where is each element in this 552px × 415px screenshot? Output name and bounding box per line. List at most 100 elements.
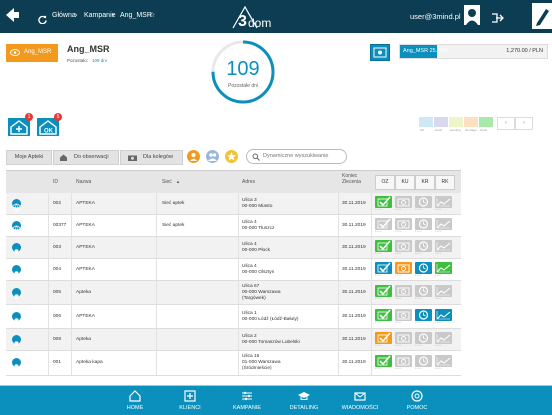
column-divider	[338, 305, 339, 328]
status-cycle-tile[interactable]	[415, 331, 432, 344]
logout-button[interactable]	[492, 10, 504, 23]
status-chart-tile[interactable]	[435, 331, 452, 344]
legend-chip	[434, 117, 448, 127]
col-kr[interactable]: KR	[415, 175, 435, 190]
legend-next-button[interactable]: ›	[515, 117, 533, 130]
status-cycle-tile[interactable]	[415, 355, 432, 367]
filter-orange-button[interactable]	[187, 150, 200, 163]
status-check-tile[interactable]	[375, 308, 392, 321]
tab-watched[interactable]: Do obserwacji	[53, 150, 119, 165]
column-divider	[71, 305, 72, 328]
col-network[interactable]: Sieć	[162, 179, 172, 185]
clients-icon	[184, 390, 196, 402]
table-row[interactable]: 001 Apteka kapa Ulica 16 01-000 Warszawa (Śr…	[6, 351, 461, 376]
status-cycle-tile[interactable]	[415, 195, 432, 208]
star-icon[interactable]: ☆	[149, 11, 155, 19]
col-id[interactable]: ID	[53, 179, 58, 185]
edit-button[interactable]	[532, 3, 552, 29]
table-row[interactable]: 00377 APTEKA Sieć aptek Ulica 4 00-000 Tłusz…	[6, 215, 461, 237]
back-button[interactable]	[4, 7, 20, 23]
status-camera-tile[interactable]	[395, 308, 412, 321]
col-name[interactable]: Nazwa	[76, 179, 91, 185]
sort-icon[interactable]: ▲	[176, 179, 180, 184]
status-chart-tile[interactable]	[435, 261, 452, 274]
table-row[interactable]: 005 Apteka Ulica 67 00-000 Warszawa (Targówe…	[6, 281, 461, 305]
tab-colleagues[interactable]: Dla kolegów	[120, 150, 183, 165]
status-check-tile[interactable]	[375, 261, 392, 274]
chart-icon	[436, 357, 451, 366]
column-divider	[71, 259, 72, 280]
status-chart-tile[interactable]	[435, 195, 452, 208]
status-cycle-tile[interactable]	[415, 261, 432, 274]
col-oz[interactable]: OZ	[375, 175, 395, 190]
camera-icon	[397, 287, 410, 295]
status-check-tile[interactable]	[375, 239, 392, 252]
logout-icon	[492, 13, 504, 23]
status-camera-tile[interactable]	[395, 284, 412, 297]
refresh-icon[interactable]	[38, 11, 47, 25]
filter-yellow-button[interactable]	[225, 150, 238, 163]
row-end-date: 30.11.2019	[342, 222, 366, 228]
campaign-image-button[interactable]	[370, 44, 390, 61]
column-divider	[48, 193, 49, 214]
table-row[interactable]: 008 Apteka Ulica 2 00-000 Tomaszów Lubelski…	[6, 329, 461, 351]
status-check-tile[interactable]	[375, 355, 392, 367]
table-row[interactable]: 002 APTEKA Sieć aptek Ulica 3 00-000 Miasto 3…	[6, 193, 461, 215]
tab-my-pharmacies[interactable]: Moje Apteki	[6, 150, 52, 165]
filter-blue-button[interactable]	[206, 150, 219, 163]
status-cycle-tile[interactable]	[415, 284, 432, 297]
column-divider	[371, 193, 372, 214]
status-check-tile[interactable]	[375, 331, 392, 344]
breadcrumb-campaigns[interactable]: Kampanie	[84, 12, 116, 19]
column-divider	[371, 237, 372, 258]
status-chart-tile[interactable]	[435, 308, 452, 321]
search-input[interactable]: Dynamiczne wyszukiwanie	[246, 149, 347, 164]
logo-number: 3	[238, 13, 247, 30]
col-ku[interactable]: KU	[395, 175, 415, 190]
status-camera-tile[interactable]	[395, 239, 412, 252]
status-chart-tile[interactable]	[435, 217, 452, 230]
status-camera-tile[interactable]	[395, 217, 412, 230]
legend-label: stock	[480, 128, 488, 132]
status-cycle-tile[interactable]	[415, 217, 432, 230]
status-check-tile[interactable]	[375, 217, 392, 230]
status-subindicators: ▪ ▪ ▪ ▪	[435, 367, 442, 370]
status-camera-tile[interactable]	[395, 261, 412, 274]
status-subindicators: ▪ ▪ ▪ ▪	[375, 251, 382, 255]
row-id: 006	[53, 313, 62, 319]
status-camera-tile[interactable]	[395, 355, 412, 367]
column-divider	[48, 329, 49, 350]
status-check-tile[interactable]	[375, 284, 392, 297]
table-row[interactable]: 003 APTEKA Ulica 4 00-000 Płock 30.11.2019 ▪ …	[6, 237, 461, 259]
col-end-date[interactable]: Koniec Zlecenia	[342, 173, 368, 185]
campaign-badge[interactable]: Ang_MSR	[6, 44, 58, 62]
breadcrumb-separator: ›	[112, 12, 115, 19]
column-divider	[71, 281, 72, 304]
cycle-icon	[418, 262, 429, 273]
status-check-tile[interactable]	[375, 195, 392, 208]
ok-items-badge[interactable]: OK 5	[36, 113, 62, 137]
col-address[interactable]: Adres	[242, 179, 255, 185]
table-row[interactable]: 004 APTEKA Ulica 4 00-000 Olsztyn 30.11.2019…	[6, 259, 461, 281]
status-cycle-tile[interactable]	[415, 239, 432, 252]
table-row[interactable]: 006 APTEKA Ulica 1 00-000 Łódź (Łódź-Bałuty…	[6, 305, 461, 329]
sliders-icon	[242, 391, 252, 401]
breadcrumb-home[interactable]: Główna	[52, 12, 76, 19]
chart-icon	[436, 219, 451, 228]
avatar[interactable]	[464, 5, 480, 25]
legend-prev-button[interactable]: ‹	[497, 117, 515, 130]
house-icon	[59, 154, 68, 161]
row-address-line: 00-000 Tomaszów Lubelski	[242, 339, 300, 345]
column-divider	[338, 259, 339, 280]
status-chart-tile[interactable]	[435, 239, 452, 252]
row-name: Apteka	[76, 289, 91, 295]
status-chart-tile[interactable]	[435, 355, 452, 367]
row-name: APTEKA	[76, 244, 95, 250]
legend-label: shortage	[465, 128, 477, 132]
status-camera-tile[interactable]	[395, 331, 412, 344]
new-items-badge[interactable]: 1	[7, 113, 33, 137]
col-rk[interactable]: RK	[435, 175, 455, 190]
status-chart-tile[interactable]	[435, 284, 452, 297]
status-cycle-tile[interactable]	[415, 308, 432, 321]
status-camera-tile[interactable]	[395, 195, 412, 208]
